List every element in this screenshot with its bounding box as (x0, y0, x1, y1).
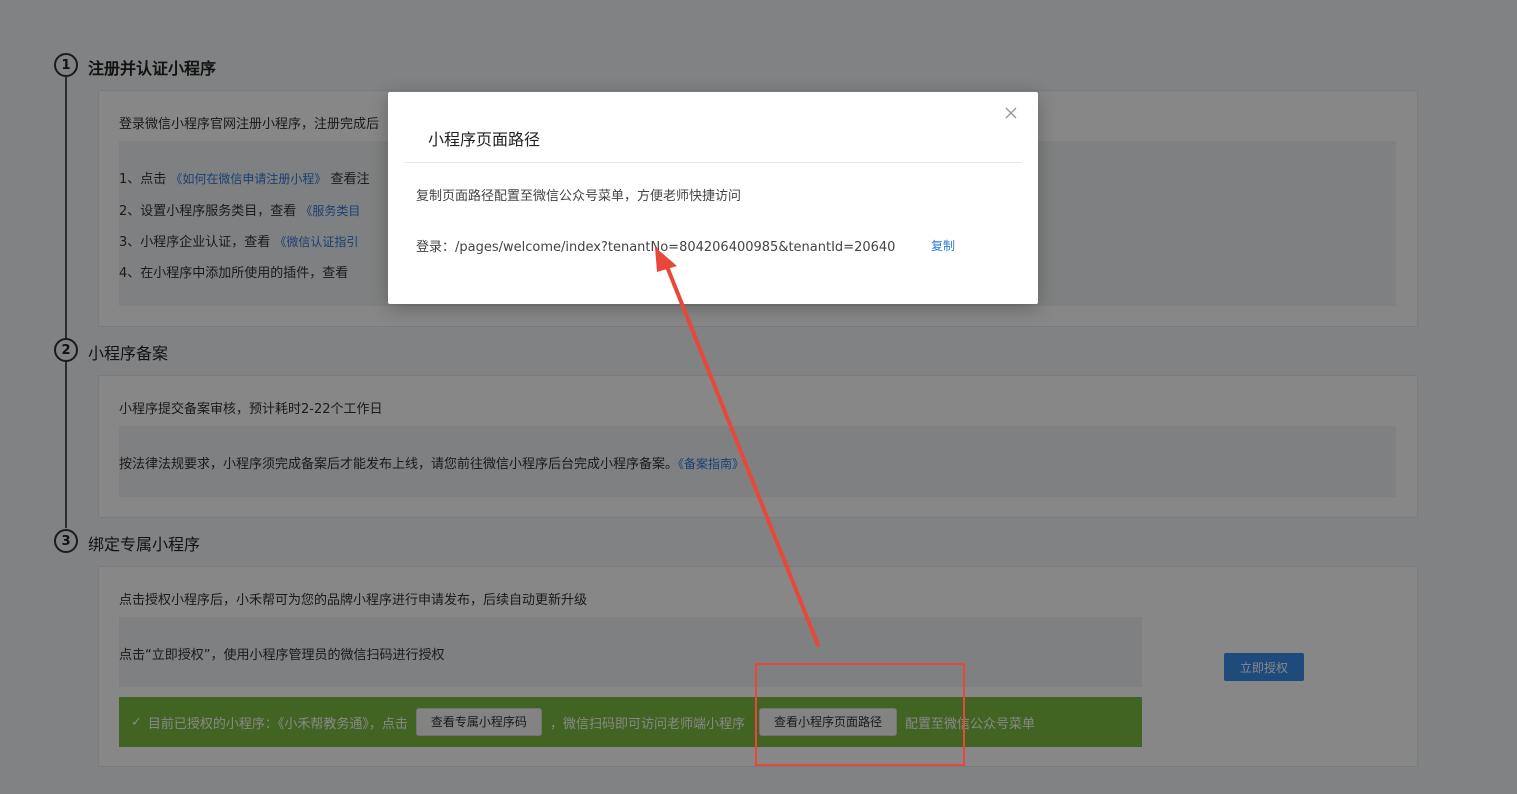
modal-title: 小程序页面路径 (428, 130, 541, 149)
page-path-row: 登录：/pages/welcome/index?tenantNo=8042064… (416, 236, 895, 255)
modal-description: 复制页面路径配置至微信公众号菜单，方便老师快捷访问 (416, 189, 742, 204)
path-label: 登录： (416, 240, 456, 255)
copy-link[interactable]: 复制 (931, 237, 955, 254)
page-path-modal: 小程序页面路径 复制页面路径配置至微信公众号菜单，方便老师快捷访问 登录：/pa… (388, 92, 1038, 304)
modal-divider (404, 162, 1022, 163)
path-value: /pages/welcome/index?tenantNo=8042064009… (455, 240, 896, 255)
close-icon[interactable] (1004, 106, 1018, 120)
